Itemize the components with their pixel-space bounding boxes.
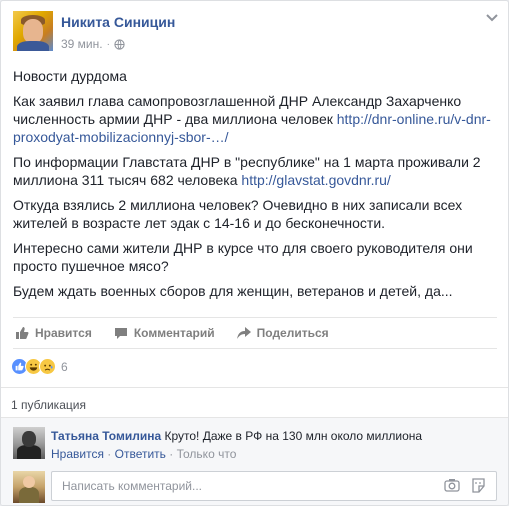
globe-icon[interactable] bbox=[114, 38, 125, 50]
current-user-avatar bbox=[13, 471, 45, 503]
thumbs-up-icon bbox=[16, 327, 29, 339]
comment-text: Круто! Даже в РФ на 130 млн около миллио… bbox=[164, 429, 423, 443]
post-meta: 39 мин. · bbox=[61, 37, 125, 51]
like-label: Нравится bbox=[35, 326, 92, 340]
post-card: Никита Синицин 39 мин. · Новости дурдома… bbox=[0, 0, 509, 506]
post-paragraph: Будем ждать военных сборов для женщин, в… bbox=[13, 283, 453, 299]
post-paragraph: По информации Главстата ДНР в "республик… bbox=[13, 154, 481, 188]
comment-icon bbox=[114, 328, 127, 339]
comment-reply-link[interactable]: Ответить bbox=[115, 447, 166, 461]
author-avatar[interactable] bbox=[13, 11, 53, 51]
comment-button[interactable]: Комментарий bbox=[112, 326, 215, 340]
commenter-avatar[interactable] bbox=[13, 427, 45, 459]
comment-meta: Нравится · Ответить · Только что bbox=[51, 447, 236, 461]
sad-reaction-icon bbox=[39, 358, 56, 375]
meta-separator: · bbox=[169, 447, 174, 461]
share-button[interactable]: Поделиться bbox=[235, 326, 329, 340]
reactions-summary[interactable]: 6 bbox=[11, 358, 68, 375]
comment-input-box[interactable] bbox=[51, 471, 497, 501]
post-paragraph: Новости дурдома bbox=[13, 68, 127, 84]
comment-label: Комментарий bbox=[133, 326, 215, 340]
shares-count[interactable]: 1 публикация bbox=[11, 398, 86, 412]
reaction-count: 6 bbox=[61, 359, 68, 374]
share-icon bbox=[236, 327, 251, 339]
post-paragraph: Откуда взялись 2 миллиона человек? Очеви… bbox=[13, 197, 463, 231]
post-paragraph: Как заявил глава самопровозглашенной ДНР… bbox=[13, 93, 491, 145]
divider bbox=[1, 387, 508, 388]
chevron-down-icon[interactable] bbox=[486, 13, 498, 23]
comment-timestamp[interactable]: Только что bbox=[177, 447, 237, 461]
like-button[interactable]: Нравится bbox=[13, 326, 92, 340]
commenter-name[interactable]: Татьяна Томилина bbox=[51, 429, 161, 443]
meta-separator: · bbox=[106, 38, 110, 50]
share-label: Поделиться bbox=[256, 326, 329, 340]
post-link[interactable]: http://glavstat.govdnr.ru/ bbox=[241, 172, 390, 188]
sticker-icon[interactable] bbox=[471, 478, 486, 493]
camera-icon[interactable] bbox=[444, 478, 460, 492]
post-body: Новости дурдома Как заявил глава самопро… bbox=[13, 67, 497, 307]
post-timestamp[interactable]: 39 мин. bbox=[61, 37, 103, 51]
comment-like-link[interactable]: Нравится bbox=[51, 447, 104, 461]
comment-input[interactable] bbox=[60, 478, 424, 494]
post-paragraph: Интересно сами жители ДНР в курсе что дл… bbox=[13, 240, 473, 274]
post-actions-bar: Нравится Комментарий Поделиться bbox=[13, 317, 497, 349]
post-author-name[interactable]: Никита Синицин bbox=[61, 14, 175, 30]
meta-separator: · bbox=[107, 447, 112, 461]
comment-body: Татьяна Томилина Круто! Даже в РФ на 130… bbox=[51, 429, 422, 443]
